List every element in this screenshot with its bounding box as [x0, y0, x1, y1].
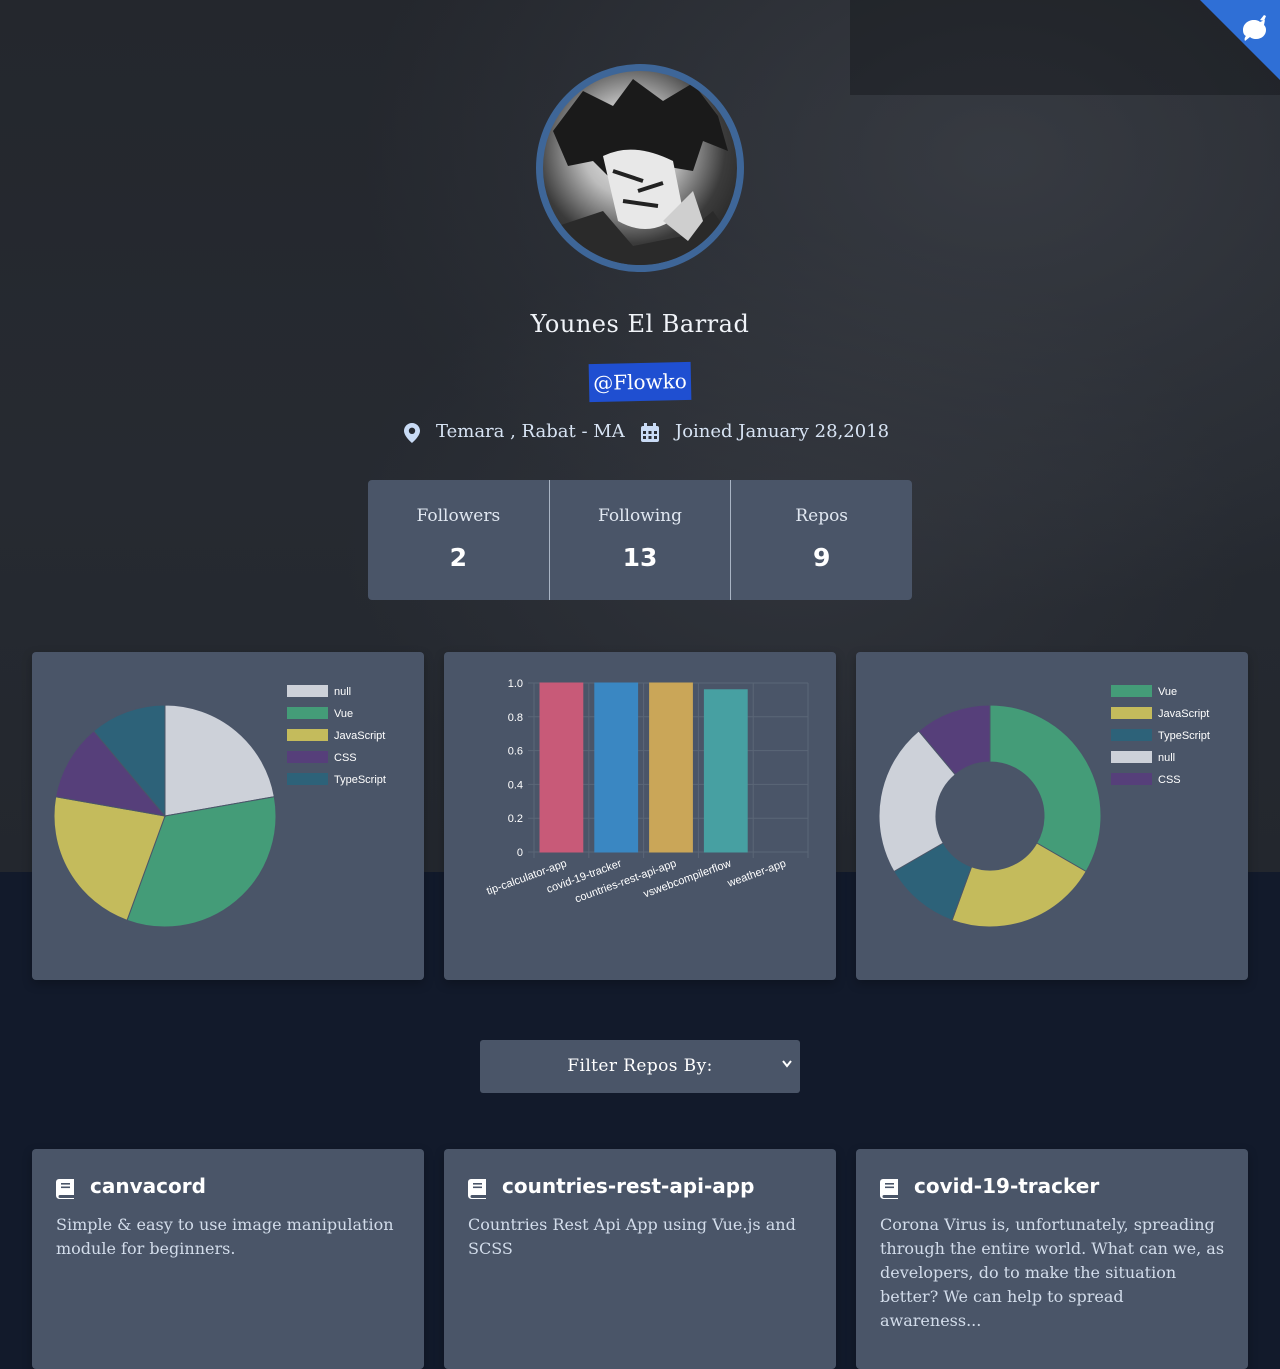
y-tick-label: 0.4	[508, 779, 523, 791]
repo-bar-card: 0 0.2 0.4 0.6 0.8 1.0 tip-calculator-app covid-…	[444, 652, 836, 980]
repo-bar-chart: 00.20.40.60.81.0tip-calculator-appcovid-…	[485, 678, 809, 905]
y-tick-label: 0.6	[508, 746, 523, 758]
languages-pie-card: null Vue JavaScript CSS TypeScript	[32, 652, 424, 980]
legend-swatch	[1111, 729, 1152, 741]
legend-label: CSS	[1158, 774, 1181, 786]
repos-stat: Repos 9	[730, 480, 912, 600]
repo-title[interactable]: canvacord	[90, 1174, 206, 1198]
repos-count: 9	[812, 543, 831, 572]
legend-swatch	[287, 773, 328, 785]
avatar-portrait	[543, 79, 733, 265]
avatar	[536, 64, 744, 272]
legend-swatch	[1111, 751, 1152, 763]
languages-doughnut-card: Vue JavaScript TypeScript null CSS	[856, 652, 1248, 980]
languages-doughnut-chart: Vue JavaScript TypeScript null CSS	[878, 685, 1210, 928]
book-icon	[468, 1179, 486, 1199]
y-tick-label: 0	[517, 847, 523, 859]
github-octocat-icon	[1243, 15, 1266, 41]
joined-text: Joined January 28,2018	[675, 421, 890, 442]
profile-handle-link[interactable]: @Flowko	[588, 361, 692, 403]
legend-label: null	[1158, 752, 1175, 764]
y-tick-label: 1.0	[508, 678, 523, 690]
legend-label: Vue	[334, 708, 353, 720]
slice-vue	[989, 704, 1102, 873]
legend-label: JavaScript	[1158, 708, 1209, 720]
following-stat: Following 13	[548, 480, 731, 600]
repo-description: Simple & easy to use image manipulation …	[56, 1215, 394, 1258]
github-corner-link[interactable]	[1200, 0, 1280, 80]
legend-swatch	[1111, 773, 1152, 785]
book-icon	[880, 1179, 898, 1199]
followers-stat: Followers 2	[368, 480, 549, 600]
repo-description: Corona Virus is, unfortunately, spreadin…	[880, 1215, 1225, 1330]
following-count: 13	[622, 543, 658, 572]
legend-swatch	[1111, 707, 1152, 719]
book-icon	[56, 1179, 74, 1199]
y-tick-label: 0.8	[508, 712, 523, 724]
stats-panel: Followers 2 Following 13 Repos 9	[368, 480, 912, 600]
legend-swatch	[287, 685, 328, 697]
legend-swatch	[287, 707, 328, 719]
legend-label: TypeScript	[1158, 730, 1210, 742]
legend-label: CSS	[334, 752, 357, 764]
repo-title[interactable]: covid-19-tracker	[914, 1174, 1099, 1198]
calendar-icon	[641, 423, 659, 442]
y-tick-label: 0.2	[508, 813, 523, 825]
bar-tip-calculator-app	[539, 682, 584, 853]
profile-name: Younes El Barrad	[530, 310, 750, 338]
legend-label: TypeScript	[334, 774, 386, 786]
legend-swatch	[287, 751, 328, 763]
languages-pie-chart: null Vue JavaScript CSS TypeScript	[53, 685, 386, 928]
repo-card[interactable]: countries-rest-api-app Countries Rest Ap…	[444, 1149, 836, 1369]
bar-countries-rest-api-app	[649, 682, 693, 853]
following-label: Following	[597, 506, 683, 526]
filter-repos-select[interactable]: Filter Repos By:	[480, 1040, 800, 1093]
repo-card[interactable]: covid-19-tracker Corona Virus is, unfort…	[856, 1149, 1248, 1369]
legend-label: JavaScript	[334, 730, 385, 742]
bar-covid-19-tracker	[594, 682, 639, 853]
repo-card[interactable]: canvacord Simple & easy to use image man…	[32, 1149, 424, 1369]
repos-label: Repos	[795, 506, 849, 526]
x-tick-label: weather-app	[725, 858, 788, 891]
map-pin-icon	[404, 423, 420, 443]
followers-label: Followers	[416, 506, 501, 526]
repo-description: Countries Rest Api App using Vue.js and …	[468, 1215, 796, 1258]
legend-swatch	[1111, 685, 1152, 697]
legend-swatch	[287, 729, 328, 741]
bar-vswebcompilerflow	[703, 689, 748, 853]
filter-select-label: Filter Repos By:	[567, 1056, 713, 1076]
legend-label: Vue	[1158, 686, 1177, 698]
repo-title[interactable]: countries-rest-api-app	[502, 1174, 754, 1198]
legend-label: null	[334, 686, 351, 698]
followers-count: 2	[449, 543, 468, 572]
chevron-down-icon	[782, 1060, 792, 1068]
location-text: Temara , Rabat - MA	[436, 421, 625, 442]
